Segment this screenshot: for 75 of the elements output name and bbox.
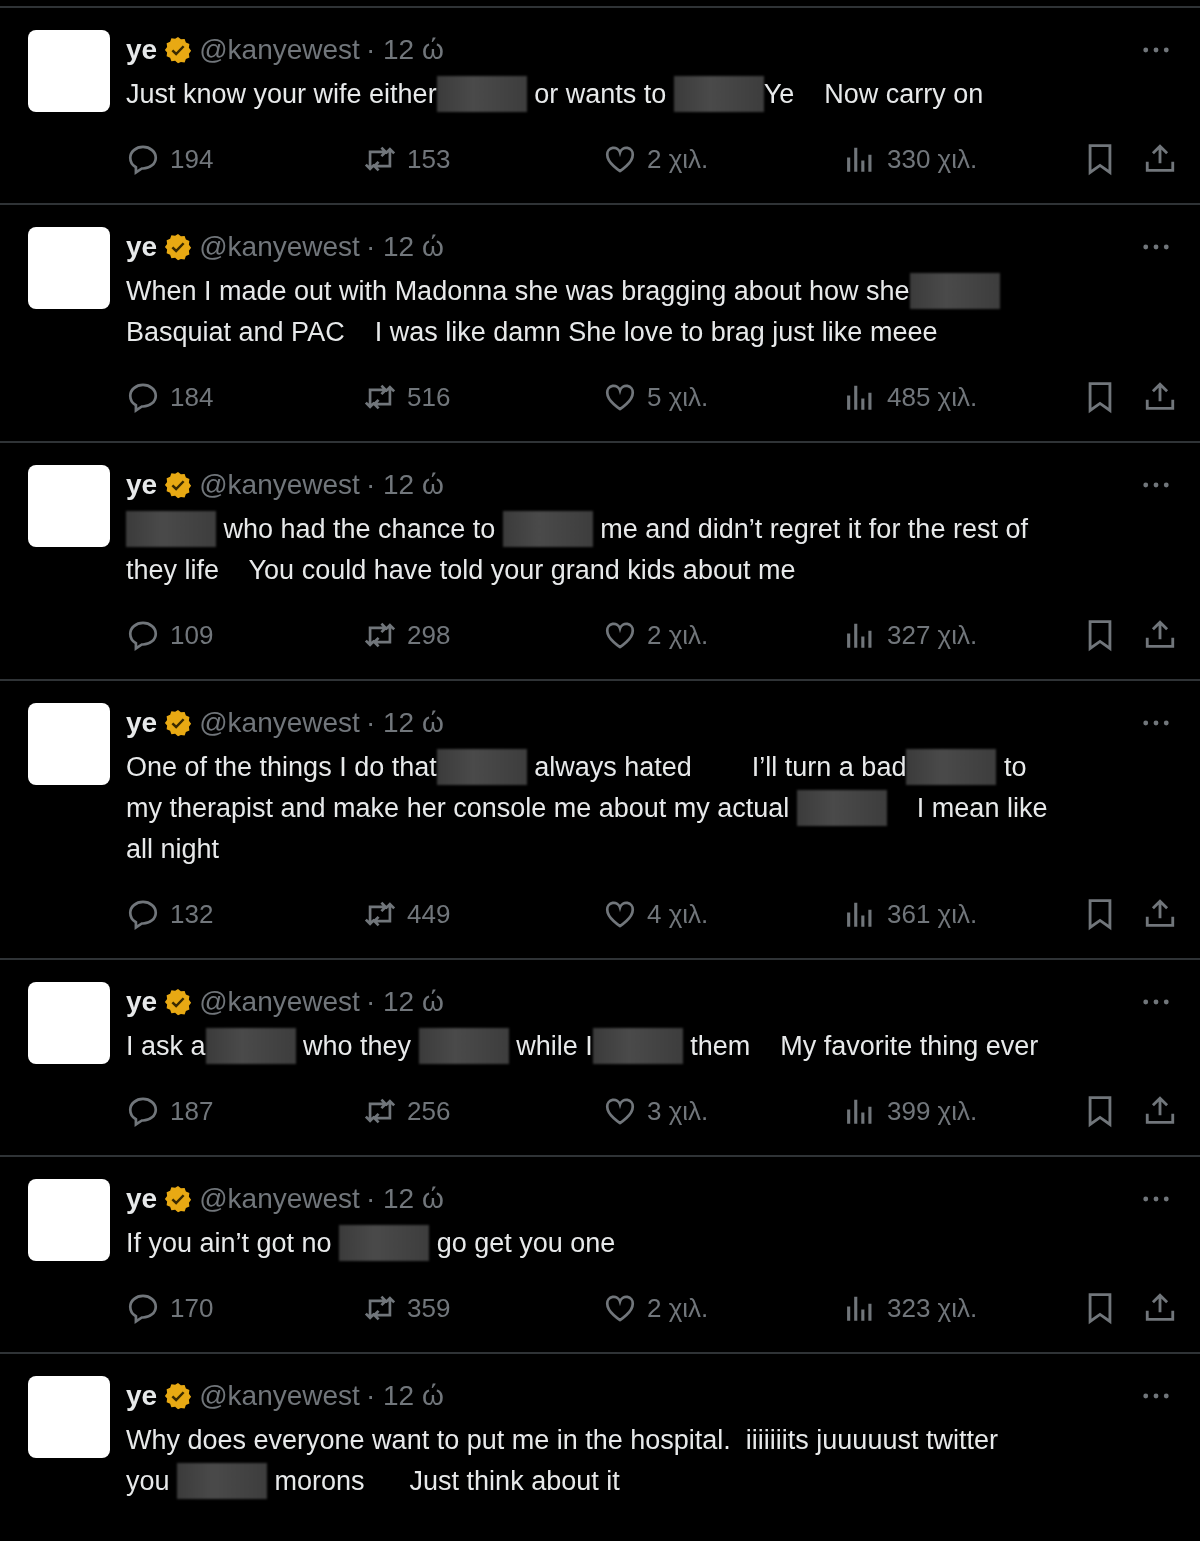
post-time[interactable]: · 12 ώ (365, 707, 444, 739)
reply-count: 184 (170, 381, 214, 413)
display-name[interactable]: ye (126, 1380, 158, 1412)
post-time[interactable]: · 12 ώ (365, 1183, 444, 1215)
repost-count: 359 (407, 1292, 451, 1324)
tweet-text: Why does everyone want to put me in the hospital. iiiiiiits juuuuust twitter (126, 1425, 998, 1455)
post-time[interactable]: · 12 ώ (365, 1380, 444, 1412)
reply-count: 109 (170, 619, 214, 651)
tweet-text: all night (126, 834, 220, 864)
tweet-text: always hated I’ll turn a bad (533, 752, 907, 782)
tweet-text: morons Just think about it (273, 1466, 620, 1496)
like-count: 2 χιλ. (647, 1292, 709, 1324)
like-count: 2 χιλ. (647, 143, 709, 175)
tweet-text: If you ain’t got no (126, 1228, 333, 1258)
more-icon[interactable] (1142, 1392, 1170, 1400)
tweet-text: One of the things I do that (126, 752, 437, 782)
tweet-text: Just know your wife either (126, 79, 437, 109)
more-icon[interactable] (1142, 998, 1170, 1006)
tweet-text: my therapist and make her console me about my actual (126, 793, 791, 823)
repost-count: 256 (407, 1095, 451, 1127)
post-time[interactable]: · 12 ώ (365, 34, 444, 66)
like-count: 5 χιλ. (647, 381, 709, 413)
user-handle[interactable]: @kanyewest (199, 986, 360, 1018)
view-count: 330 χιλ. (887, 143, 978, 175)
like-count: 3 χιλ. (647, 1095, 709, 1127)
tweet-text: When I made out with Madonna she was bragging about how she (126, 276, 910, 306)
post-time[interactable]: · 12 ώ (365, 231, 444, 263)
tweet-text: who they (302, 1031, 413, 1061)
repost-count: 298 (407, 619, 451, 651)
display-name[interactable]: ye (126, 34, 158, 66)
display-name[interactable]: ye (126, 231, 158, 263)
user-handle[interactable]: @kanyewest (199, 34, 360, 66)
user-handle[interactable]: @kanyewest (199, 231, 360, 263)
user-handle[interactable]: @kanyewest (199, 469, 360, 501)
tweet-text: Basquiat and PAC I was like damn She love to brag just like meee (126, 317, 938, 347)
repost-count: 449 (407, 898, 451, 930)
tweet-text: or wants to (533, 79, 668, 109)
view-count: 399 χιλ. (887, 1095, 978, 1127)
tweet-text: Ye Now carry on (763, 79, 984, 109)
post-time[interactable]: · 12 ώ (365, 986, 444, 1018)
post-time[interactable]: · 12 ώ (365, 469, 444, 501)
like-count: 4 χιλ. (647, 898, 709, 930)
display-name[interactable]: ye (126, 986, 158, 1018)
more-icon[interactable] (1142, 481, 1170, 489)
display-name[interactable]: ye (126, 707, 158, 739)
more-icon[interactable] (1142, 719, 1170, 727)
view-count: 327 χιλ. (887, 619, 978, 651)
reply-count: 187 (170, 1095, 214, 1127)
tweet-text: while I (515, 1031, 593, 1061)
repost-count: 153 (407, 143, 451, 175)
like-count: 2 χιλ. (647, 619, 709, 651)
view-count: 361 χιλ. (887, 898, 978, 930)
view-count: 323 χιλ. (887, 1292, 978, 1324)
more-icon[interactable] (1142, 1195, 1170, 1203)
user-handle[interactable]: @kanyewest (199, 707, 360, 739)
view-count: 485 χιλ. (887, 381, 978, 413)
tweet-text: they life You could have told your grand kids about me (126, 555, 796, 585)
tweet-text: me and didn’t regret it for the rest of (599, 514, 1028, 544)
tweet-text: to (1002, 752, 1027, 782)
user-handle[interactable]: @kanyewest (199, 1380, 360, 1412)
reply-count: 170 (170, 1292, 214, 1324)
display-name[interactable]: ye (126, 469, 158, 501)
tweet-text: them My favorite thing ever (689, 1031, 1039, 1061)
tweet-text: I ask a (126, 1031, 206, 1061)
reply-count: 194 (170, 143, 214, 175)
repost-count: 516 (407, 381, 451, 413)
tweet-text: I mean like (915, 793, 1048, 823)
more-icon[interactable] (1142, 243, 1170, 251)
tweet-text: go get you one (435, 1228, 616, 1258)
more-icon[interactable] (1142, 46, 1170, 54)
user-handle[interactable]: @kanyewest (199, 1183, 360, 1215)
reply-count: 132 (170, 898, 214, 930)
display-name[interactable]: ye (126, 1183, 158, 1215)
tweet-text: you (126, 1466, 171, 1496)
tweet-text: who had the chance to (222, 514, 497, 544)
